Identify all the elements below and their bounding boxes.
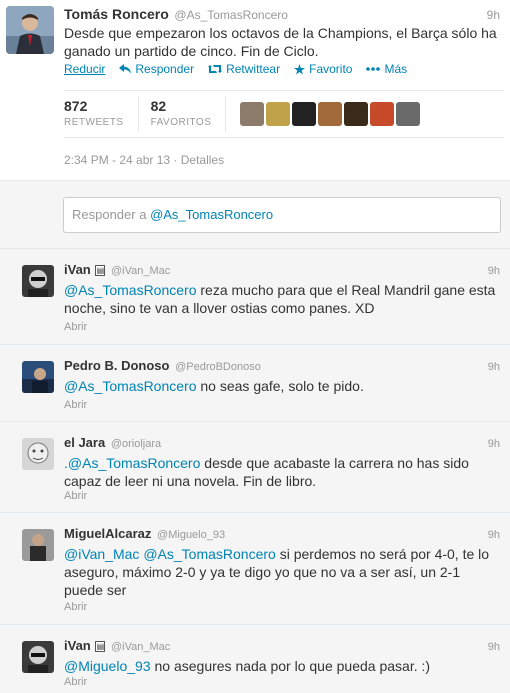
reply-text: @As_TomasRoncero no seas gafe, solo te p… (64, 377, 500, 395)
favorite-label: Favorito (309, 62, 353, 76)
favorites-label: FAVORITOS (150, 117, 212, 128)
open-link[interactable]: Abrir (64, 676, 87, 688)
author-fullname[interactable]: Tomás Roncero (64, 6, 169, 22)
retweets-stat[interactable]: 872 RETWEETS (64, 96, 139, 132)
reply-username[interactable]: @Miguelo_93 (157, 529, 225, 541)
tweet-actions: Reducir Responder Retwittear Favorito Má… (64, 62, 407, 76)
reply-fullname[interactable]: iVan (64, 638, 91, 653)
reply-username[interactable]: @PedroBDonoso (175, 361, 261, 373)
mention-link[interactable]: @As_TomasRoncero (68, 455, 201, 471)
reply-fullname[interactable]: iVan (64, 262, 91, 277)
favoriter-avatar[interactable] (396, 102, 421, 126)
reply-body: no asegures nada por lo que pueda pasar.… (150, 658, 431, 674)
reply-avatar[interactable] (22, 361, 54, 393)
favoriter-avatar[interactable] (318, 102, 343, 126)
tweet-timestamp[interactable]: 2:34 PM - 24 abr 13 (64, 153, 170, 167)
reducir-link[interactable]: Reducir (64, 62, 105, 76)
reply-text: .@As_TomasRoncero desde que acabaste la … (64, 454, 500, 490)
reply-avatar[interactable] (22, 641, 54, 673)
reply-input-mention: @As_TomasRoncero (150, 207, 274, 222)
author-name-row: Tomás Roncero @As_TomasRoncero (64, 6, 288, 22)
author-username[interactable]: @As_TomasRoncero (174, 8, 288, 22)
author-avatar[interactable] (6, 6, 54, 54)
more-button[interactable]: Más (366, 62, 407, 76)
open-link[interactable]: Abrir (64, 321, 87, 333)
reply-avatar[interactable] (22, 438, 54, 470)
favoriter-avatar[interactable] (370, 102, 395, 126)
reply-input-prefix: Responder a (72, 207, 151, 222)
reply-body: no seas gafe, solo te pido. (196, 378, 364, 394)
reply-fullname[interactable]: el Jara (64, 435, 105, 450)
favoriter-avatar[interactable] (240, 102, 265, 126)
mention-link[interactable]: @iVan_Mac (64, 546, 139, 562)
reply-time[interactable]: 9h (488, 265, 500, 277)
reply-item[interactable]: MiguelAlcaraz @Miguelo_93 9h @iVan_Mac @… (0, 513, 510, 625)
reply-icon (119, 64, 132, 74)
reply-text: @As_TomasRoncero reza mucho para que el … (64, 281, 500, 317)
reply-input[interactable]: Responder a @As_TomasRoncero (63, 197, 501, 233)
reply-area: Responder a @As_TomasRoncero (0, 181, 510, 249)
retweet-label: Retwittear (226, 62, 281, 76)
reply-item[interactable]: iVan ▤ @iVan_Mac 9h @As_TomasRoncero rez… (0, 249, 510, 345)
reply-fullname[interactable]: MiguelAlcaraz (64, 526, 151, 541)
details-link[interactable]: Detalles (181, 153, 224, 167)
favoriter-avatar[interactable] (344, 102, 369, 126)
retweets-label: RETWEETS (64, 117, 124, 128)
reply-time[interactable]: 9h (488, 529, 500, 541)
reply-avatar[interactable] (22, 529, 54, 561)
reply-time[interactable]: 9h (488, 361, 500, 373)
reply-avatar[interactable] (22, 265, 54, 297)
mention-link-2[interactable]: @As_TomasRoncero (143, 546, 276, 562)
favorites-stat[interactable]: 82 FAVORITOS (151, 96, 227, 132)
reply-username[interactable]: @orioljara (111, 438, 161, 450)
reply-name-row: iVan ▤ @iVan_Mac (64, 638, 170, 653)
reply-name-row: el Jara @orioljara (64, 435, 161, 450)
open-link[interactable]: Abrir (64, 399, 87, 411)
tweet-stats: 872 RETWEETS 82 FAVORITOS (64, 90, 504, 138)
reply-name-row: MiguelAlcaraz @Miguelo_93 (64, 526, 225, 541)
reply-item[interactable]: Pedro B. Donoso @PedroBDonoso 9h @As_Tom… (0, 345, 510, 422)
card-icon: ▤ (95, 641, 106, 652)
favoriter-avatar[interactable] (292, 102, 317, 126)
reply-fullname[interactable]: Pedro B. Donoso (64, 358, 169, 373)
reply-username[interactable]: @iVan_Mac (111, 265, 170, 277)
reply-item[interactable]: iVan ▤ @iVan_Mac 9h @Miguelo_93 no asegu… (0, 625, 510, 693)
favoriters-avatars (240, 102, 421, 126)
more-label: Más (384, 62, 408, 76)
mention-link[interactable]: @As_TomasRoncero (64, 378, 197, 394)
replies-list: iVan ▤ @iVan_Mac 9h @As_TomasRoncero rez… (0, 249, 510, 693)
reply-name-row: iVan ▤ @iVan_Mac (64, 262, 170, 277)
reply-time[interactable]: 9h (488, 641, 500, 653)
favoriter-avatar[interactable] (266, 102, 291, 126)
mention-link[interactable]: @As_TomasRoncero (64, 282, 197, 298)
reply-text: @Miguelo_93 no asegures nada por lo que … (64, 657, 500, 675)
open-link[interactable]: Abrir (64, 490, 87, 502)
tweet-meta: 2:34 PM - 24 abr 13 · Detalles (64, 153, 224, 167)
tweet-time[interactable]: 9h (487, 8, 500, 22)
reply-time[interactable]: 9h (488, 438, 500, 450)
reply-name-row: Pedro B. Donoso @PedroBDonoso (64, 358, 261, 373)
reply-label: Responder (135, 62, 195, 76)
main-tweet: Tomás Roncero @As_TomasRoncero 9h Desde … (0, 0, 510, 181)
reply-text: @iVan_Mac @As_TomasRoncero si perdemos n… (64, 545, 500, 599)
reply-button[interactable]: Responder (119, 62, 194, 76)
favorites-count: 82 (150, 98, 167, 114)
tweet-text: Desde que empezaron los octavos de la Ch… (64, 25, 497, 59)
mention-link[interactable]: @Miguelo_93 (64, 658, 151, 674)
more-dots-icon (366, 67, 381, 71)
reply-username[interactable]: @iVan_Mac (111, 641, 170, 653)
favorite-button[interactable]: Favorito (294, 62, 352, 76)
retweet-button[interactable]: Retwittear (208, 62, 280, 76)
retweet-icon (208, 65, 223, 73)
retweets-count: 872 (64, 98, 88, 114)
open-link[interactable]: Abrir (64, 601, 87, 613)
card-icon: ▤ (95, 265, 106, 276)
reply-item[interactable]: el Jara @orioljara 9h .@As_TomasRoncero … (0, 422, 510, 513)
star-icon (294, 63, 306, 74)
meta-separator: · (173, 153, 181, 167)
